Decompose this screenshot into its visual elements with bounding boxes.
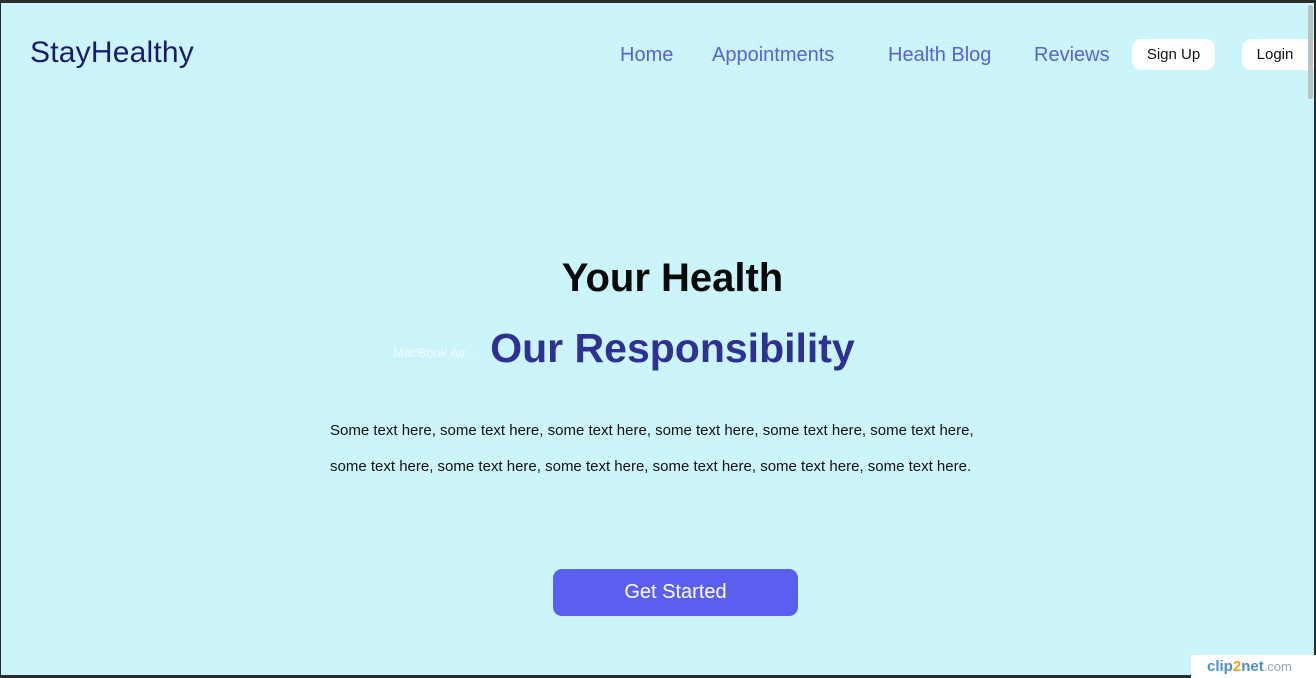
get-started-button[interactable]: Get Started bbox=[553, 569, 798, 616]
login-button[interactable]: Login bbox=[1242, 39, 1314, 70]
watermark-text: .com bbox=[1263, 659, 1292, 674]
watermark-text: 2 bbox=[1232, 658, 1242, 675]
brand-logo[interactable]: StayHealthy bbox=[30, 36, 194, 70]
hero-description-line: Some text here, some text here, some tex… bbox=[330, 422, 974, 439]
nav-health-blog-link[interactable]: Health Blog bbox=[888, 44, 991, 67]
nav-home-link[interactable]: Home bbox=[620, 44, 673, 67]
nav-reviews-link[interactable]: Reviews bbox=[1034, 44, 1110, 67]
watermark-logo: clip2net.com bbox=[1191, 655, 1316, 678]
hero-subtitle: Our Responsibility bbox=[490, 325, 855, 371]
hero-description-line: some text here, some text here, some tex… bbox=[330, 458, 972, 475]
signup-button[interactable]: Sign Up bbox=[1132, 39, 1215, 70]
scrollbar-thumb[interactable] bbox=[1308, 5, 1313, 99]
page-frame: StayHealthy Home Appointments Health Blo… bbox=[1, 3, 1314, 675]
hero-description: Some text here, some text here, some tex… bbox=[330, 413, 1030, 485]
nav-appointments-link[interactable]: Appointments bbox=[712, 44, 834, 67]
watermark-text: net bbox=[1241, 658, 1264, 675]
watermark-text: clip bbox=[1207, 658, 1233, 675]
hero-title: Your Health bbox=[561, 256, 784, 300]
